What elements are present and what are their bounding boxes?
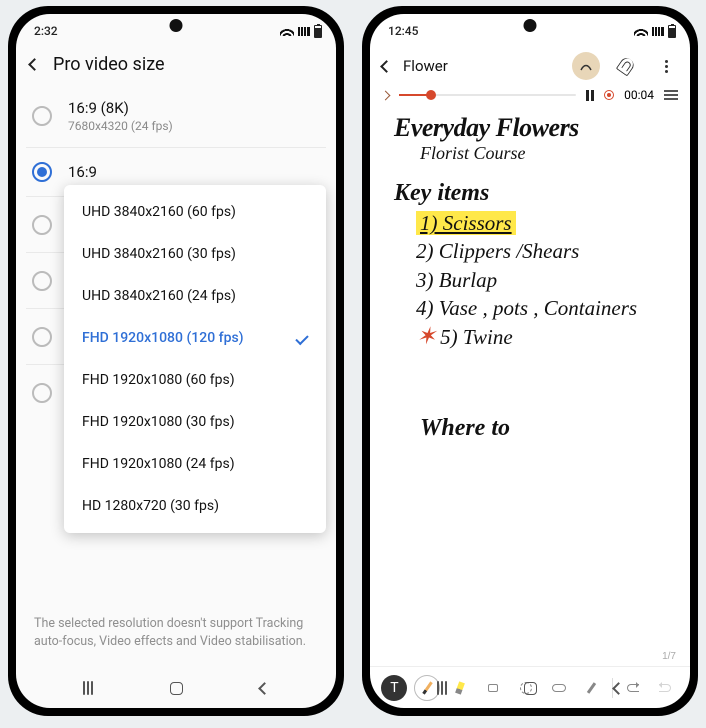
page-header: Pro video size	[16, 48, 336, 85]
dropdown-label: HD 1280x720 (30 fps)	[82, 498, 219, 514]
phone-left: 2:32 Pro video size 16:9 (8K) 7680x4320 …	[8, 6, 344, 716]
note-heading: Everyday Flowers	[394, 114, 672, 141]
attachment-button[interactable]	[612, 52, 640, 80]
more-button[interactable]	[652, 52, 680, 80]
home-button[interactable]	[524, 682, 537, 695]
radio-icon[interactable]	[32, 215, 52, 235]
page-title: Pro video size	[53, 54, 165, 75]
radio-icon[interactable]	[32, 162, 52, 182]
dropdown-label: FHD 1920x1080 (24 fps)	[82, 456, 235, 472]
dropdown-item[interactable]: HD 1280x720 (30 fps)	[64, 485, 326, 527]
list-item: 3) Burlap	[416, 268, 672, 292]
recents-button[interactable]	[83, 681, 93, 695]
battery-icon	[668, 25, 676, 38]
list-item: 2) Clippers /Shears	[416, 239, 672, 263]
check-icon	[295, 331, 308, 344]
signal-icon	[652, 27, 664, 36]
note-canvas[interactable]: Everyday Flowers Florist Course Key item…	[370, 108, 690, 666]
front-camera	[524, 19, 537, 32]
list-item-label: 5) Twine	[440, 325, 513, 349]
note-section: Key items	[394, 180, 672, 207]
star-icon: ✶	[416, 324, 436, 350]
page-indicator: 1/7	[662, 651, 676, 662]
battery-icon	[314, 25, 322, 38]
highlighted-text: 1) Scissors	[416, 211, 516, 235]
player-time: 00:04	[624, 88, 654, 102]
note-title: Flower	[403, 57, 560, 75]
phone-right: 12:45 Flower	[362, 6, 698, 716]
radio-icon[interactable]	[32, 106, 52, 126]
status-time: 2:32	[34, 24, 58, 38]
expand-player-icon[interactable]	[381, 90, 391, 100]
list-item: ✶5) Twine	[416, 324, 672, 352]
radio-icon[interactable]	[32, 383, 52, 403]
dropdown-item[interactable]: UHD 3840x2160 (30 fps)	[64, 233, 326, 275]
attachment-icon	[616, 55, 637, 76]
resolution-dropdown: UHD 3840x2160 (60 fps) UHD 3840x2160 (30…	[64, 185, 326, 533]
item-title: 16:9	[68, 163, 97, 181]
audio-player: 00:04	[370, 84, 690, 108]
home-button[interactable]	[170, 682, 183, 695]
item-title: 16:9 (8K)	[68, 99, 173, 117]
record-button[interactable]	[604, 90, 614, 100]
player-list-icon[interactable]	[664, 90, 678, 100]
back-icon[interactable]	[380, 60, 393, 73]
radio-icon[interactable]	[32, 271, 52, 291]
dropdown-label: UHD 3840x2160 (30 fps)	[82, 246, 236, 262]
dropdown-item[interactable]: FHD 1920x1080 (60 fps)	[64, 359, 326, 401]
status-time: 12:45	[388, 24, 418, 38]
dropdown-label: UHD 3840x2160 (60 fps)	[82, 204, 236, 220]
signal-icon	[298, 27, 310, 36]
dropdown-item[interactable]: FHD 1920x1080 (30 fps)	[64, 401, 326, 443]
track-thumb[interactable]	[426, 90, 436, 100]
screen-right: 12:45 Flower	[370, 14, 690, 708]
back-button[interactable]	[612, 682, 625, 695]
handwriting-toggle-icon[interactable]	[572, 52, 600, 80]
back-button[interactable]	[258, 682, 271, 695]
screen-left: 2:32 Pro video size 16:9 (8K) 7680x4320 …	[16, 14, 336, 708]
more-icon	[665, 60, 668, 73]
dropdown-label: FHD 1920x1080 (60 fps)	[82, 372, 235, 388]
list-item: 1) Scissors	[416, 211, 672, 235]
footer-note: The selected resolution doesn't support …	[16, 605, 336, 660]
dropdown-label: UHD 3840x2160 (24 fps)	[82, 288, 236, 304]
pause-button[interactable]	[586, 90, 594, 101]
dropdown-item[interactable]: FHD 1920x1080 (24 fps)	[64, 443, 326, 485]
system-navbar	[370, 668, 690, 708]
front-camera	[170, 19, 183, 32]
wifi-icon	[280, 26, 294, 36]
wifi-icon	[634, 26, 648, 36]
system-navbar	[16, 668, 336, 708]
list-item[interactable]: 16:9 (8K) 7680x4320 (24 fps)	[26, 85, 326, 148]
back-icon[interactable]	[28, 58, 41, 71]
dropdown-label: FHD 1920x1080 (30 fps)	[82, 414, 235, 430]
recents-button[interactable]	[437, 681, 447, 695]
audio-track[interactable]	[399, 94, 576, 96]
dropdown-item[interactable]: UHD 3840x2160 (24 fps)	[64, 275, 326, 317]
status-icons	[634, 25, 676, 38]
note-section: Where to	[420, 415, 672, 442]
dropdown-label: FHD 1920x1080 (120 fps)	[82, 330, 244, 346]
item-sub: 7680x4320 (24 fps)	[68, 119, 173, 133]
status-icons	[280, 25, 322, 38]
dropdown-item[interactable]: UHD 3840x2160 (60 fps)	[64, 191, 326, 233]
note-subheading: Florist Course	[420, 143, 672, 164]
list-item: 4) Vase , pots , Containers	[416, 296, 672, 320]
radio-icon[interactable]	[32, 327, 52, 347]
note-header: Flower	[370, 48, 690, 84]
dropdown-item[interactable]: FHD 1920x1080 (120 fps)	[64, 317, 326, 359]
